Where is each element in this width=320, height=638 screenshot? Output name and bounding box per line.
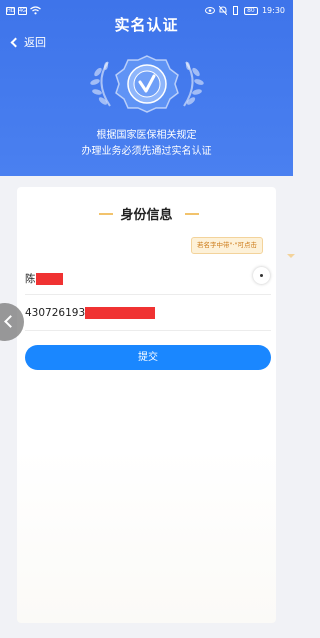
- middle-dot-tip: 若名字中带"·"可点击: [191, 237, 295, 258]
- tip-text: 若名字中带"·"可点击: [197, 241, 258, 249]
- name-field[interactable]: 陈: [25, 259, 271, 295]
- header: HD 4G 80 19:30 实名认证 返回 根据国家医保相关规定 办理业务必须…: [0, 0, 293, 176]
- subtitle: 根据国家医保相关规定 办理业务必须先通过实名认证: [0, 128, 293, 160]
- name-redaction: [35, 272, 63, 285]
- id-value: 430726193: [25, 307, 156, 319]
- subtitle-line-2: 办理业务必须先通过实名认证: [81, 146, 212, 157]
- name-value: 陈: [25, 271, 63, 286]
- laurel-badge-icon: [90, 55, 204, 113]
- insert-middle-dot-button[interactable]: [253, 267, 270, 284]
- chevron-left-icon: [4, 315, 17, 328]
- identity-form-card: 身份信息 若名字中带"·"可点击 陈 430726193 提交: [17, 187, 295, 623]
- id-redaction: [85, 307, 156, 319]
- verification-badge: [86, 50, 208, 120]
- id-number-field[interactable]: 430726193: [25, 295, 271, 331]
- back-label: 返回: [24, 36, 46, 49]
- title-deco-right: [185, 213, 199, 215]
- eye-icon: [204, 7, 215, 14]
- name-text: 陈: [25, 273, 36, 285]
- back-button[interactable]: 返回: [10, 34, 46, 50]
- chevron-left-icon: [10, 37, 21, 47]
- id-text: 430726193: [25, 307, 86, 319]
- submit-button[interactable]: 提交: [25, 345, 271, 370]
- subtitle-line-1: 根据国家医保相关规定: [96, 130, 197, 141]
- section-title: 身份信息: [120, 208, 173, 223]
- tip-arrow: [287, 254, 295, 258]
- page-title: 实名认证: [114, 16, 179, 34]
